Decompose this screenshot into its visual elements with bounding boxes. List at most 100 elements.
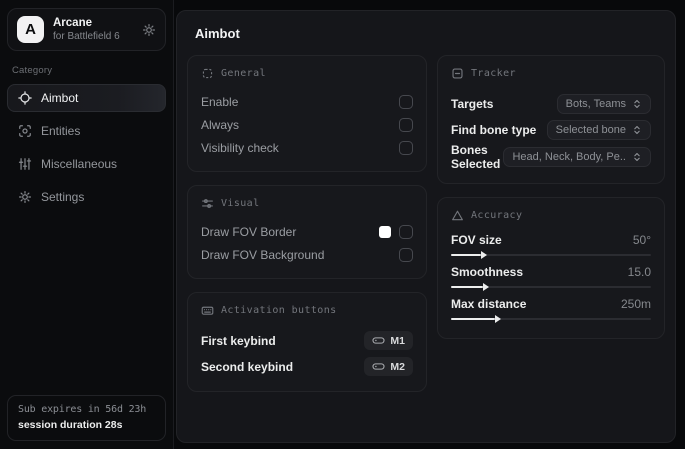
visibility-check-checkbox[interactable] bbox=[399, 141, 413, 155]
sidebar-item-settings[interactable]: Settings bbox=[7, 183, 166, 211]
visual-card-header: Visual bbox=[201, 197, 413, 210]
activation-card: Activation buttons First keybind M1 Seco… bbox=[187, 292, 427, 392]
left-column: General Enable Always Visibility check V… bbox=[187, 55, 427, 405]
setting-label: Visibility check bbox=[201, 141, 279, 155]
activation-card-header: Activation buttons bbox=[201, 304, 413, 317]
slider-value: 50° bbox=[632, 233, 651, 247]
tracker-row-targets: Targets Bots, Teams bbox=[451, 91, 651, 116]
keybind-row-second: Second keybind M2 bbox=[201, 354, 413, 379]
fov-size-slider[interactable] bbox=[451, 251, 651, 259]
accuracy-card-title: Accuracy bbox=[471, 210, 523, 221]
draw-fov-background-checkbox[interactable] bbox=[399, 248, 413, 262]
slider-fill bbox=[451, 315, 501, 323]
settings-gear-icon[interactable] bbox=[142, 23, 156, 37]
setting-label: Always bbox=[201, 118, 240, 132]
main-area: Aimbot General Enable Always Visibility … bbox=[174, 0, 685, 449]
general-grid-icon bbox=[201, 67, 214, 80]
setting-row-always: Always bbox=[201, 114, 413, 136]
general-card-title: General bbox=[221, 68, 266, 79]
visual-card-title: Visual bbox=[221, 198, 260, 209]
sidebar-item-miscellaneous[interactable]: Miscellaneous bbox=[7, 150, 166, 178]
gear-icon bbox=[18, 190, 32, 204]
page-title: Aimbot bbox=[195, 26, 240, 41]
sidebar-item-entities[interactable]: Entities bbox=[7, 117, 166, 145]
activation-card-title: Activation buttons bbox=[221, 305, 337, 316]
max-distance-slider[interactable] bbox=[451, 315, 651, 323]
always-checkbox[interactable] bbox=[399, 118, 413, 132]
slider-value: 15.0 bbox=[627, 265, 651, 279]
accuracy-card-header: Accuracy bbox=[451, 209, 651, 222]
tracker-label: Find bone type bbox=[451, 122, 537, 137]
general-card-header: General bbox=[201, 67, 413, 80]
slider-fill bbox=[451, 251, 487, 259]
sidebar: A Arcane for Battlefield 6 Category Aimb… bbox=[0, 0, 174, 449]
slider-label: Smoothness bbox=[451, 265, 524, 279]
find-bone-type-select[interactable]: Selected bone bbox=[546, 119, 651, 140]
slider-value: 250m bbox=[620, 297, 651, 311]
tracker-label: Bones Selected bbox=[451, 143, 501, 171]
mouse-icon bbox=[372, 360, 385, 373]
tracker-box-icon bbox=[451, 67, 464, 80]
slider-group-max-distance: Max distance 250m bbox=[451, 297, 651, 323]
keyboard-icon bbox=[201, 304, 214, 317]
mouse-icon bbox=[372, 334, 385, 347]
sidebar-item-label: Miscellaneous bbox=[41, 157, 118, 171]
app-subtitle: for Battlefield 6 bbox=[53, 31, 120, 42]
setting-row-draw-fov-border: Draw FOV Border bbox=[201, 221, 413, 243]
slider-group-fov-size: FOV size 50° bbox=[451, 233, 651, 259]
keybind-value: M1 bbox=[390, 334, 405, 347]
select-value: Selected bone bbox=[555, 123, 626, 136]
setting-row-visibility-check: Visibility check bbox=[201, 137, 413, 159]
scan-target-icon bbox=[18, 124, 32, 138]
setting-label: Draw FOV Background bbox=[201, 248, 325, 262]
setting-label: Enable bbox=[201, 95, 239, 109]
slider-label: Max distance bbox=[451, 297, 527, 311]
slider-group-smoothness: Smoothness 15.0 bbox=[451, 265, 651, 291]
draw-fov-border-checkbox[interactable] bbox=[399, 225, 413, 239]
sliders-icon bbox=[18, 157, 32, 171]
app-title-block: Arcane for Battlefield 6 bbox=[53, 17, 133, 42]
select-value: Bots, Teams bbox=[565, 97, 626, 110]
visual-card: Visual Draw FOV Border Draw FOV Backgrou… bbox=[187, 185, 427, 279]
first-keybind-button[interactable]: M1 bbox=[364, 331, 413, 350]
chevrons-up-down-icon bbox=[632, 152, 642, 162]
tracker-card: Tracker Targets Bots, Teams Find bone ty… bbox=[437, 55, 665, 184]
sidebar-item-label: Aimbot bbox=[41, 91, 79, 105]
keybind-row-first: First keybind M1 bbox=[201, 328, 413, 353]
setting-row-enable: Enable bbox=[201, 91, 413, 113]
setting-label: Draw FOV Border bbox=[201, 225, 297, 239]
enable-checkbox[interactable] bbox=[399, 95, 413, 109]
slider-label: FOV size bbox=[451, 233, 502, 247]
keybind-value: M2 bbox=[390, 360, 405, 373]
sub-expiry-text: Sub expires in 56d 23h bbox=[18, 404, 147, 415]
sidebar-item-label: Entities bbox=[41, 124, 81, 138]
accuracy-card: Accuracy FOV size 50° Smoothness 15.0 Ma… bbox=[437, 197, 665, 339]
session-info: Sub expires in 56d 23h session duration … bbox=[7, 395, 166, 441]
tracker-row-bones-selected: Bones Selected Head, Neck, Body, Pe.. bbox=[451, 143, 651, 171]
main-panel: Aimbot General Enable Always Visibility … bbox=[176, 10, 676, 443]
session-duration-text: session duration 28s bbox=[18, 419, 123, 431]
app-name: Arcane bbox=[53, 17, 92, 29]
general-card: General Enable Always Visibility check bbox=[187, 55, 427, 172]
select-value: Head, Neck, Body, Pe.. bbox=[512, 151, 626, 163]
setting-row-draw-fov-background: Draw FOV Background bbox=[201, 244, 413, 266]
adjustments-icon bbox=[201, 197, 214, 210]
tracker-card-title: Tracker bbox=[471, 68, 516, 79]
second-keybind-button[interactable]: M2 bbox=[364, 357, 413, 376]
chevrons-up-down-icon bbox=[632, 99, 642, 109]
triangle-icon bbox=[451, 209, 464, 222]
tracker-label: Targets bbox=[451, 96, 494, 111]
fov-border-color-swatch[interactable] bbox=[379, 226, 391, 238]
chevrons-up-down-icon bbox=[632, 125, 642, 135]
category-label: Category bbox=[12, 65, 53, 76]
bones-selected-select[interactable]: Head, Neck, Body, Pe.. bbox=[503, 147, 651, 167]
keybind-label: First keybind bbox=[201, 333, 276, 348]
tracker-card-header: Tracker bbox=[451, 67, 651, 80]
app-header: A Arcane for Battlefield 6 bbox=[7, 8, 166, 51]
slider-fill bbox=[451, 283, 489, 291]
crosshair-icon bbox=[18, 91, 32, 105]
sidebar-item-aimbot[interactable]: Aimbot bbox=[7, 84, 166, 112]
smoothness-slider[interactable] bbox=[451, 283, 651, 291]
targets-select[interactable]: Bots, Teams bbox=[556, 93, 651, 114]
